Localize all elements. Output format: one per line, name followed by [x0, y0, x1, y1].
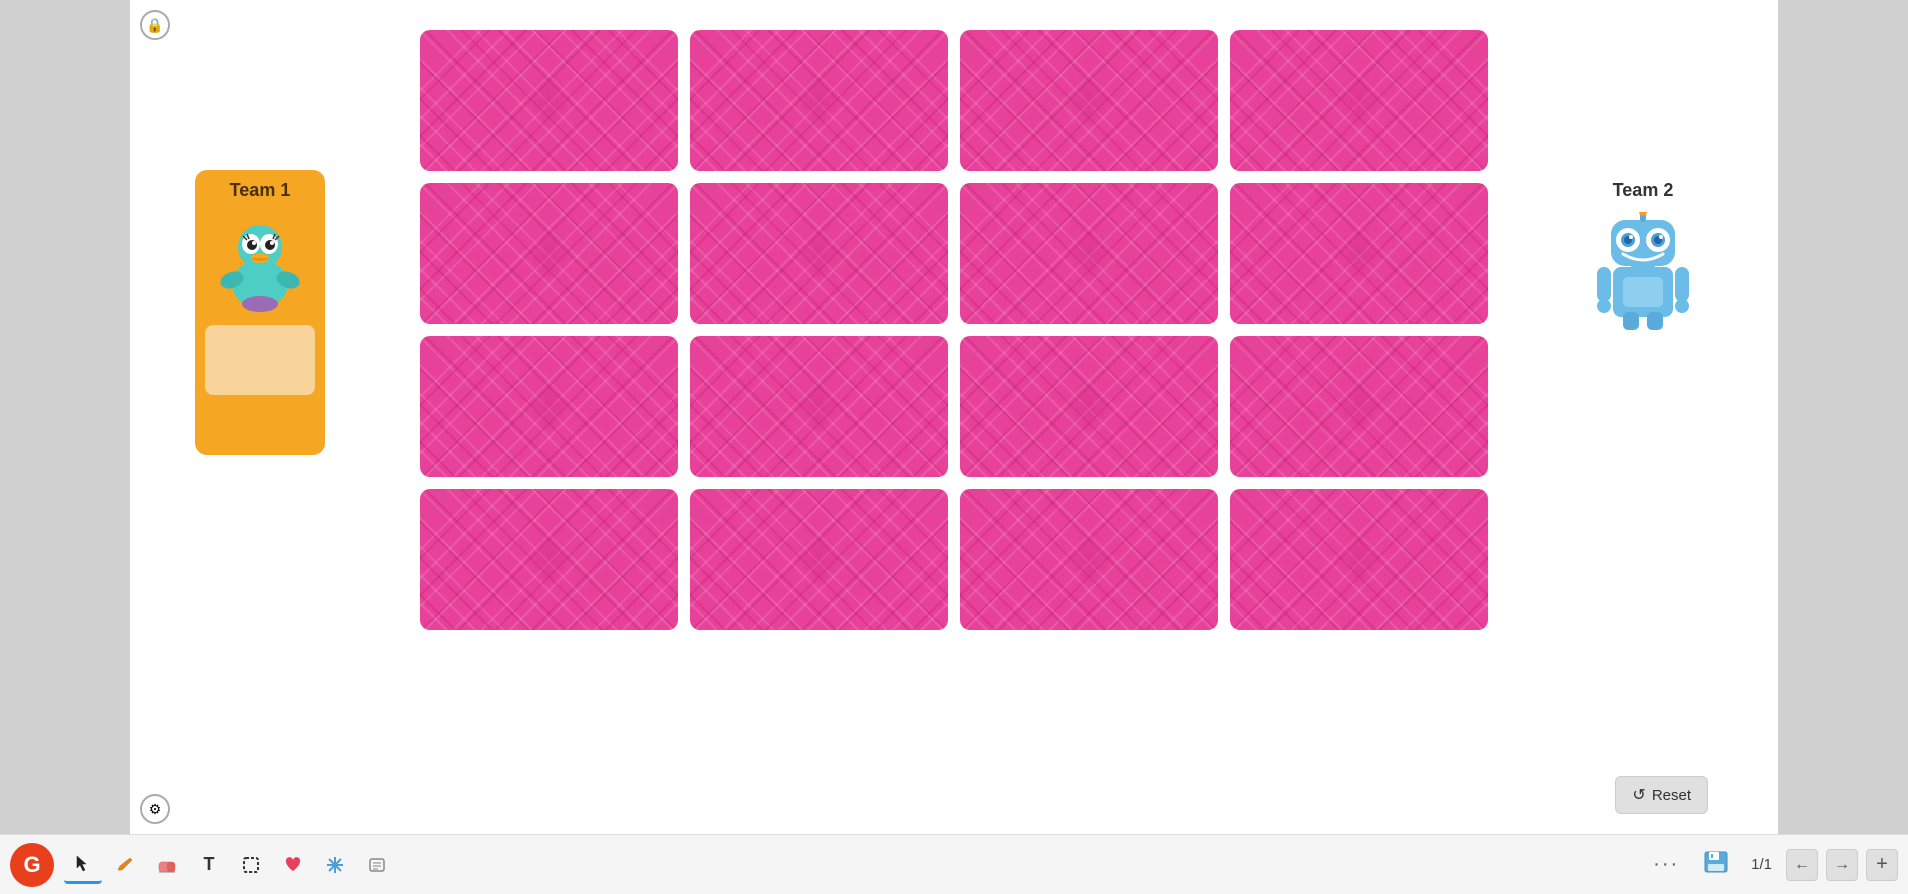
memory-card[interactable] [690, 30, 948, 171]
toolbar-right: ··· 1/1 ← → + [1645, 846, 1898, 884]
memory-card[interactable] [420, 489, 678, 630]
team1-label: Team 1 [230, 180, 291, 201]
memory-card[interactable] [1230, 336, 1488, 477]
memory-card[interactable] [1230, 30, 1488, 171]
memory-card[interactable] [960, 30, 1218, 171]
list-tool-button[interactable] [358, 846, 396, 884]
select-tool-button[interactable] [232, 846, 270, 884]
team2-card: Team 2 [1578, 170, 1708, 410]
g-logo-button[interactable]: G [10, 843, 54, 887]
pencil-tool-button[interactable] [106, 846, 144, 884]
settings-icon[interactable]: ⚙ [140, 794, 170, 824]
more-options-button[interactable]: ··· [1645, 847, 1687, 882]
team2-label: Team 2 [1613, 180, 1674, 201]
add-page-button[interactable]: + [1866, 849, 1898, 881]
main-canvas: 🔒 ⚙ Team 1 [130, 0, 1778, 834]
reset-button[interactable]: ↺ Reset [1615, 776, 1708, 814]
lock-icon[interactable]: 🔒 [140, 10, 170, 40]
memory-card[interactable] [420, 183, 678, 324]
snowflake-tool-button[interactable] [316, 846, 354, 884]
reset-label: Reset [1652, 787, 1691, 804]
memory-card[interactable] [690, 336, 948, 477]
eraser-tool-button[interactable] [148, 846, 186, 884]
pencil-icon [116, 856, 134, 874]
cursor-icon [74, 854, 92, 872]
text-tool-button[interactable]: T [190, 846, 228, 884]
memory-card[interactable] [960, 489, 1218, 630]
select-box-icon [242, 856, 260, 874]
team1-card: Team 1 [195, 170, 325, 455]
memory-card[interactable] [420, 30, 678, 171]
snowflake-icon [326, 856, 344, 874]
eraser-icon [157, 856, 177, 874]
toolbar: G T [0, 834, 1908, 894]
text-icon: T [204, 854, 215, 875]
team2-avatar [1588, 207, 1698, 337]
memory-card[interactable] [1230, 489, 1488, 630]
page-counter: 1/1 [1745, 856, 1778, 873]
card-grid [420, 30, 1488, 630]
list-icon [368, 856, 386, 874]
heart-tool-button[interactable] [274, 846, 312, 884]
prev-page-button[interactable]: ← [1786, 849, 1818, 881]
memory-card[interactable] [420, 336, 678, 477]
team1-score-box [205, 325, 315, 395]
memory-card[interactable] [960, 183, 1218, 324]
memory-card[interactable] [1230, 183, 1488, 324]
cursor-tool-button[interactable] [64, 846, 102, 884]
reset-icon: ↺ [1632, 785, 1645, 805]
memory-card[interactable] [690, 183, 948, 324]
team1-avatar [210, 207, 310, 317]
save-icon [1703, 850, 1729, 874]
next-page-button[interactable]: → [1826, 849, 1858, 881]
save-button[interactable] [1695, 846, 1737, 884]
memory-card[interactable] [690, 489, 948, 630]
heart-icon [284, 856, 302, 874]
memory-card[interactable] [960, 336, 1218, 477]
